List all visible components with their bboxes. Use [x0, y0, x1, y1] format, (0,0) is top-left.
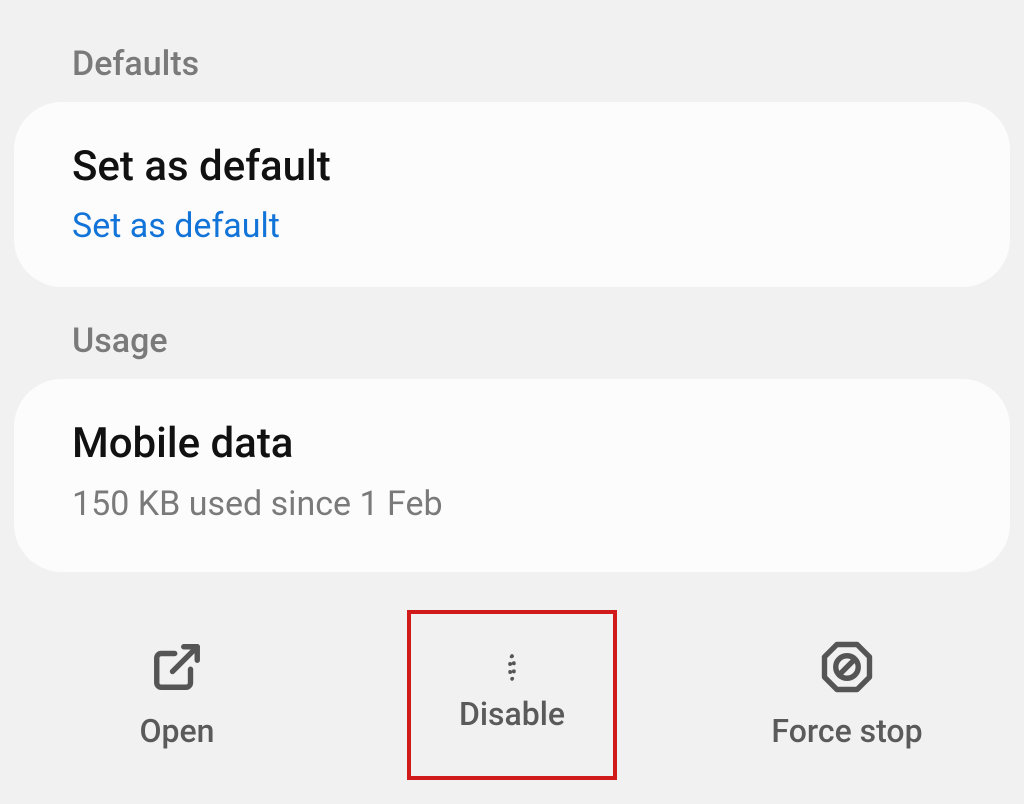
- open-icon: [150, 640, 204, 694]
- set-as-default-row[interactable]: Set as default Set as default: [14, 102, 1010, 287]
- usage-section-header: Usage: [0, 321, 1024, 361]
- open-button[interactable]: Open: [72, 610, 282, 780]
- mobile-data-title: Mobile data: [72, 419, 952, 469]
- disable-icon: [508, 658, 516, 677]
- bottom-action-bar: Open Disable Force stop: [0, 604, 1024, 804]
- disable-button[interactable]: Disable: [407, 610, 617, 780]
- set-as-default-link[interactable]: Set as default: [72, 206, 952, 247]
- open-label: Open: [140, 712, 215, 750]
- set-as-default-title: Set as default: [72, 142, 952, 192]
- mobile-data-row[interactable]: Mobile data 150 KB used since 1 Feb: [14, 379, 1010, 572]
- force-stop-icon: [820, 640, 874, 694]
- defaults-section-header: Defaults: [0, 44, 1024, 84]
- app-settings-screen: Defaults Set as default Set as default U…: [0, 0, 1024, 804]
- force-stop-label: Force stop: [771, 712, 922, 750]
- disable-label: Disable: [459, 695, 565, 733]
- force-stop-button[interactable]: Force stop: [742, 610, 952, 780]
- mobile-data-subtitle: 150 KB used since 1 Feb: [72, 484, 952, 525]
